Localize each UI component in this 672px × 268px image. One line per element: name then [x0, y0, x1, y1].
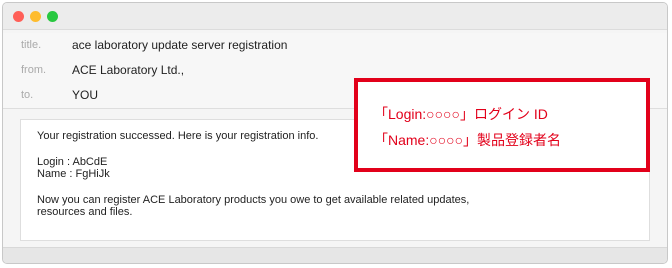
header-from-label: from. — [21, 64, 47, 76]
body-products-text: Now you can register ACE Laboratory prod… — [37, 194, 470, 206]
header-to-label: to. — [21, 89, 34, 101]
minimize-window-button[interactable] — [30, 11, 41, 22]
close-window-button[interactable] — [13, 11, 24, 22]
header-from-value: ACE Laboratory Ltd., — [72, 63, 185, 77]
header-title-row: title. ace laboratory update server regi… — [3, 33, 667, 59]
title-bar — [3, 3, 667, 30]
callout-name-text: 「Name:○○○○」製品登録者名 — [374, 132, 562, 148]
annotation-callout: 「Login:○○○○」ログイン ID 「Name:○○○○」製品登録者名 — [354, 78, 650, 172]
body-resources-text: resources and files. — [37, 206, 133, 218]
header-to-value: YOU — [72, 88, 99, 102]
body-intro-text: Your registration successed. Here is you… — [37, 130, 319, 142]
body-name-text: Name : FgHiJk — [37, 168, 110, 180]
header-title-label: title. — [21, 39, 42, 51]
callout-login-text: 「Login:○○○○」ログイン ID — [374, 106, 548, 122]
zoom-window-button[interactable] — [47, 11, 58, 22]
body-login-text: Login : AbCdE — [37, 156, 108, 168]
header-title-value: ace laboratory update server registratio… — [72, 38, 288, 52]
bottom-bar — [3, 247, 667, 263]
